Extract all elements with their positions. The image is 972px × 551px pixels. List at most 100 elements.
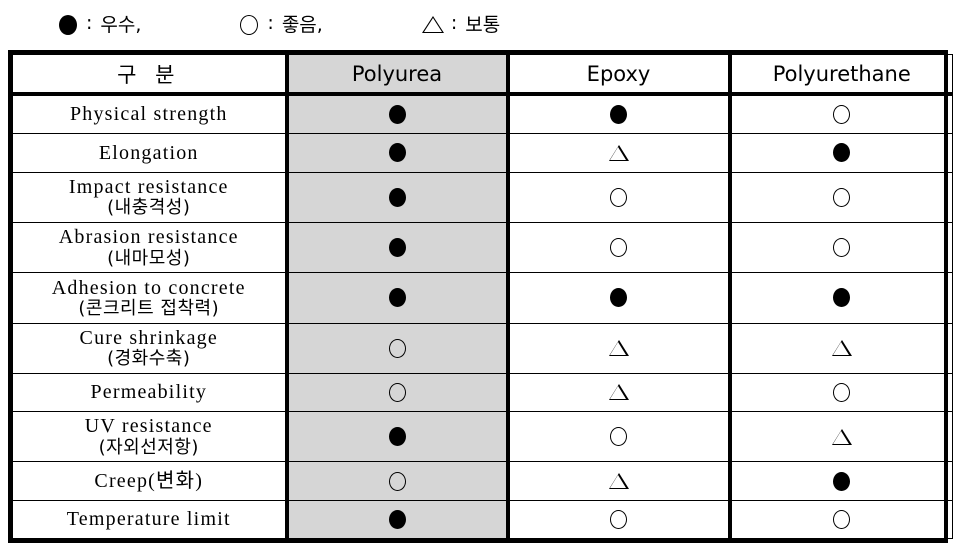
row-label-en: Abrasion resistance — [58, 226, 239, 249]
open-circle-icon — [289, 324, 506, 373]
legend-item-good: : 좋음, — [237, 10, 323, 37]
triangle-icon — [510, 324, 728, 373]
rating-cell-epoxy — [505, 171, 730, 223]
table-row: Creep(변화) — [12, 461, 953, 501]
legend: : 우수, : 좋음, : 보통 — [0, 0, 972, 46]
column-header-category: 구 분 — [12, 54, 287, 96]
table-row: Physical strength — [12, 93, 953, 135]
filled-circle-icon — [732, 134, 953, 171]
legend-label-average: 보통 — [465, 13, 501, 36]
triangle-icon — [732, 324, 953, 373]
filled-circle-icon — [56, 11, 80, 35]
filled-circle-icon — [289, 173, 506, 222]
rating-cell-polyurea — [284, 372, 508, 413]
rating-cell-epoxy — [505, 461, 730, 501]
row-label-ko: (경화수축) — [107, 348, 191, 370]
rating-cell-polyurethane — [727, 171, 953, 223]
rating-cell-polyurea — [284, 93, 508, 135]
row-label-cell: Creep(변화) — [12, 461, 287, 501]
rating-cell-polyurea — [284, 272, 508, 324]
material-comparison-table: 구 분 Polyurea Epoxy Polyurethane Physical… — [12, 54, 953, 540]
row-label-en: Temperature limit — [66, 508, 231, 531]
comparison-table-container: 구 분 Polyurea Epoxy Polyurethane Physical… — [8, 50, 953, 543]
triangle-icon — [421, 11, 445, 35]
open-circle-icon — [732, 501, 953, 538]
triangle-icon — [732, 412, 953, 461]
row-label-cell: UV resistance (자외선저항) — [12, 411, 287, 463]
legend-separator: : — [450, 12, 458, 34]
table-row: Impact resistance (내충격성) — [12, 171, 953, 223]
open-circle-icon — [732, 96, 953, 133]
filled-circle-icon — [510, 273, 728, 322]
rating-cell-polyurethane — [727, 272, 953, 324]
legend-item-excellent: : 우수, — [56, 10, 141, 37]
row-label-cell: Abrasion resistance (내마모성) — [12, 221, 287, 274]
column-header-polyurea: Polyurea — [284, 54, 508, 96]
legend-label-excellent: 우수, — [100, 13, 142, 36]
row-label-cell: Impact resistance (내충격성) — [12, 171, 287, 223]
row-label-en: Cure shrinkage — [79, 326, 218, 349]
open-circle-icon — [289, 462, 506, 499]
row-label-en: Creep(변화) — [94, 469, 204, 492]
table-row: UV resistance (자외선저항) — [12, 411, 953, 463]
filled-circle-icon — [289, 412, 506, 461]
legend-label-good: 좋음, — [281, 13, 323, 36]
table-header-row: 구 분 Polyurea Epoxy Polyurethane — [12, 54, 953, 96]
open-circle-icon — [510, 412, 728, 461]
row-label-cell: Cure shrinkage (경화수축) — [12, 322, 287, 374]
row-label-en: Physical strength — [69, 103, 228, 126]
row-label-cell: Adhesion to concrete (콘크리트 접착력) — [12, 272, 287, 324]
filled-circle-icon — [289, 96, 506, 133]
rating-cell-epoxy — [505, 133, 730, 173]
rating-cell-polyurea — [284, 322, 508, 374]
rating-cell-polyurethane — [727, 372, 953, 413]
row-label-ko: (콘크리트 접착력) — [78, 297, 220, 319]
rating-cell-polyurea — [284, 411, 508, 463]
rating-cell-polyurea — [284, 171, 508, 223]
open-circle-icon — [510, 501, 728, 538]
filled-circle-icon — [289, 273, 506, 322]
filled-circle-icon — [289, 134, 506, 171]
row-label-ko: (내충격성) — [107, 197, 191, 219]
triangle-icon — [510, 374, 728, 411]
filled-circle-icon — [289, 501, 506, 538]
rating-cell-epoxy — [505, 322, 730, 374]
triangle-icon — [510, 134, 728, 171]
rating-cell-polyurethane — [727, 221, 953, 274]
rating-cell-polyurea — [284, 133, 508, 173]
rating-cell-epoxy — [505, 93, 730, 135]
open-circle-icon — [732, 173, 953, 222]
open-circle-icon — [510, 173, 728, 222]
filled-circle-icon — [289, 223, 506, 272]
rating-cell-polyurethane — [727, 411, 953, 463]
legend-separator: : — [267, 12, 274, 34]
rating-cell-polyurethane — [727, 93, 953, 135]
row-label-cell: Permeability — [12, 372, 287, 413]
rating-cell-epoxy — [505, 221, 730, 274]
rating-cell-polyurethane — [727, 133, 953, 173]
filled-circle-icon — [510, 96, 728, 133]
rating-cell-epoxy — [505, 372, 730, 413]
open-circle-icon — [510, 223, 728, 272]
filled-circle-icon — [732, 462, 953, 499]
rating-cell-polyurethane — [727, 461, 953, 501]
row-label-cell: Elongation — [12, 133, 287, 173]
rating-cell-polyurea — [284, 461, 508, 501]
table-row: Temperature limit — [12, 499, 953, 540]
legend-separator: : — [86, 12, 93, 34]
table-body: Physical strength Elongation Impact resist… — [12, 93, 953, 540]
row-label-cell: Physical strength — [12, 93, 287, 135]
open-circle-icon — [732, 374, 953, 411]
row-label-cell: Temperature limit — [12, 499, 287, 540]
column-header-polyurethane: Polyurethane — [727, 54, 953, 96]
open-circle-icon — [289, 374, 506, 411]
rating-cell-polyurethane — [727, 322, 953, 374]
row-label-en: UV resistance — [84, 415, 213, 438]
rating-cell-polyurea — [284, 221, 508, 274]
rating-cell-epoxy — [505, 411, 730, 463]
table-row: Adhesion to concrete (콘크리트 접착력) — [12, 272, 953, 324]
open-circle-icon — [237, 11, 261, 35]
rating-cell-polyurea — [284, 499, 508, 540]
row-label-en: Permeability — [90, 381, 208, 404]
open-circle-icon — [732, 223, 953, 272]
